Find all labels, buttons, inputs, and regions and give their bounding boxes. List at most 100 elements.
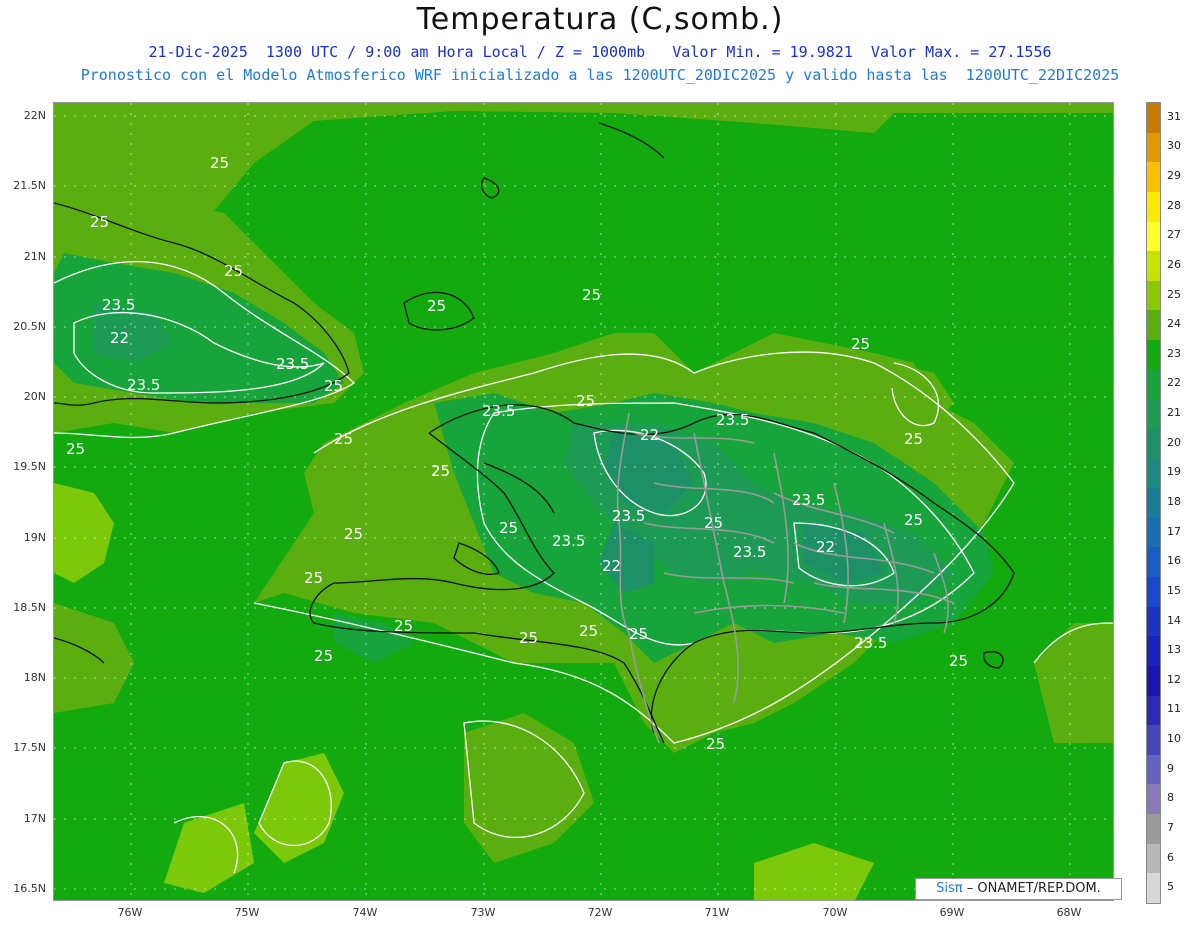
lat-label: 19.5N <box>13 460 46 473</box>
colorbar-swatch <box>1147 162 1160 193</box>
contour-label: 25 <box>949 652 968 670</box>
contour-label: 25 <box>224 262 243 280</box>
contour-label: 23.5 <box>792 491 825 509</box>
contour-label: 22 <box>602 557 621 575</box>
colorbar-swatch <box>1147 103 1160 134</box>
colorbar-swatch <box>1147 191 1160 222</box>
colorbar-label: 6 <box>1167 850 1174 864</box>
lon-label: 68W <box>1056 906 1082 919</box>
colorbar-swatch <box>1147 458 1160 489</box>
colorbar-swatch <box>1147 428 1160 460</box>
colorbar-label: 8 <box>1167 791 1174 805</box>
colorbar-label: 11 <box>1167 702 1181 716</box>
colorbar-label: 28 <box>1167 198 1181 212</box>
credit-box: Sisπ – ONAMET/REP.DOM. <box>915 878 1122 900</box>
lat-label: 21N <box>23 250 46 263</box>
colorbar-swatch <box>1147 636 1160 667</box>
contour-label: 23.5 <box>716 411 749 429</box>
lat-label: 17N <box>23 812 46 825</box>
colorbar-label: 19 <box>1167 465 1181 479</box>
subtitle-run-info: 21-Dic-2025 1300 UTC / 9:00 am Hora Loca… <box>148 43 1052 61</box>
colorbar-label: 26 <box>1167 257 1181 271</box>
lat-label: 22N <box>23 109 46 122</box>
colorbar-swatch <box>1147 725 1160 756</box>
contour-label: 23.5 <box>482 402 515 420</box>
lat-label: 21.5N <box>13 179 46 192</box>
contour-label: 25 <box>582 286 601 304</box>
temperature-map: 25 25 25 25 25 25 25 25 25 25 25 25 25 2… <box>53 102 1114 901</box>
colorbar-swatch <box>1147 873 1160 904</box>
colorbar-swatch <box>1147 340 1160 371</box>
contour-label: 25 <box>629 625 648 643</box>
colorbar-label: 24 <box>1167 317 1181 331</box>
contour-label: 25 <box>579 622 598 640</box>
colorbar-label: 30 <box>1167 139 1181 153</box>
lon-label: 70W <box>822 906 848 919</box>
colorbar-swatch <box>1147 784 1160 815</box>
lat-label: 16.5N <box>13 882 46 895</box>
contour-label: 25 <box>519 629 538 647</box>
contour-label: 23.5 <box>102 296 135 314</box>
contour-label: 25 <box>576 392 595 410</box>
contour-label: 25 <box>344 525 363 543</box>
colorbar-swatch <box>1147 132 1160 163</box>
contour-label: 23.5 <box>552 532 585 550</box>
colorbar-swatch <box>1147 369 1160 400</box>
contour-label: 25 <box>499 519 518 537</box>
contour-label: 25 <box>427 297 446 315</box>
colorbar-swatch <box>1147 665 1160 697</box>
colorbar-label: 12 <box>1167 672 1181 686</box>
colorbar-label: 5 <box>1167 880 1174 894</box>
colorbar-swatch <box>1147 221 1160 252</box>
lat-label: 17.5N <box>13 741 46 754</box>
lon-label: 74W <box>352 906 378 919</box>
lon-label: 69W <box>939 906 965 919</box>
colorbar-label: 23 <box>1167 346 1181 360</box>
contour-label: 23.5 <box>276 355 309 373</box>
colorbar <box>1146 102 1161 904</box>
contour-label: 25 <box>904 511 923 529</box>
colorbar-swatch <box>1147 547 1160 578</box>
contour-label: 25 <box>706 735 725 753</box>
colorbar-swatch <box>1147 488 1160 519</box>
colorbar-swatch <box>1147 843 1160 874</box>
lat-label: 18.5N <box>13 601 46 614</box>
subtitle-model-info: Pronostico con el Modelo Atmosferico WRF… <box>80 66 1120 84</box>
colorbar-swatch <box>1147 577 1160 608</box>
colorbar-swatch <box>1147 251 1160 282</box>
colorbar-label: 13 <box>1167 643 1181 657</box>
colorbar-swatch <box>1147 754 1160 785</box>
lat-label: 19N <box>23 531 46 544</box>
lon-label: 75W <box>234 906 260 919</box>
lat-label: 20.5N <box>13 320 46 333</box>
colorbar-label: 21 <box>1167 406 1181 420</box>
colorbar-label: 25 <box>1167 287 1181 301</box>
lon-label: 72W <box>587 906 613 919</box>
colorbar-label: 9 <box>1167 761 1174 775</box>
map-title: Temperatura (C,somb.) <box>416 2 784 37</box>
colorbar-label: 17 <box>1167 524 1181 538</box>
contour-label: 25 <box>90 213 109 231</box>
colorbar-swatch <box>1147 814 1160 845</box>
colorbar-swatch <box>1147 517 1160 548</box>
colorbar-label: 16 <box>1167 554 1181 568</box>
contour-label: 25 <box>394 617 413 635</box>
lon-label: 73W <box>470 906 496 919</box>
contour-label: 25 <box>210 154 229 172</box>
contour-label: 25 <box>851 335 870 353</box>
colorbar-label: 20 <box>1167 435 1181 449</box>
sisp-logo-text: Sisπ <box>936 881 963 896</box>
lat-label: 20N <box>23 390 46 403</box>
map-layer: 25 25 25 25 25 25 25 25 25 25 25 25 25 2… <box>54 103 1113 900</box>
colorbar-swatch <box>1147 606 1160 637</box>
contour-label: 25 <box>431 462 450 480</box>
colorbar-swatch <box>1147 399 1160 430</box>
colorbar-label: 18 <box>1167 495 1181 508</box>
lon-label: 76W <box>117 906 143 919</box>
lat-label: 18N <box>23 671 46 684</box>
contour-label: 23.5 <box>127 376 160 394</box>
contour-label: 22 <box>816 538 835 556</box>
colorbar-label: 7 <box>1167 820 1174 834</box>
contour-label: 23.5 <box>733 543 766 561</box>
colorbar-swatch <box>1147 280 1160 311</box>
